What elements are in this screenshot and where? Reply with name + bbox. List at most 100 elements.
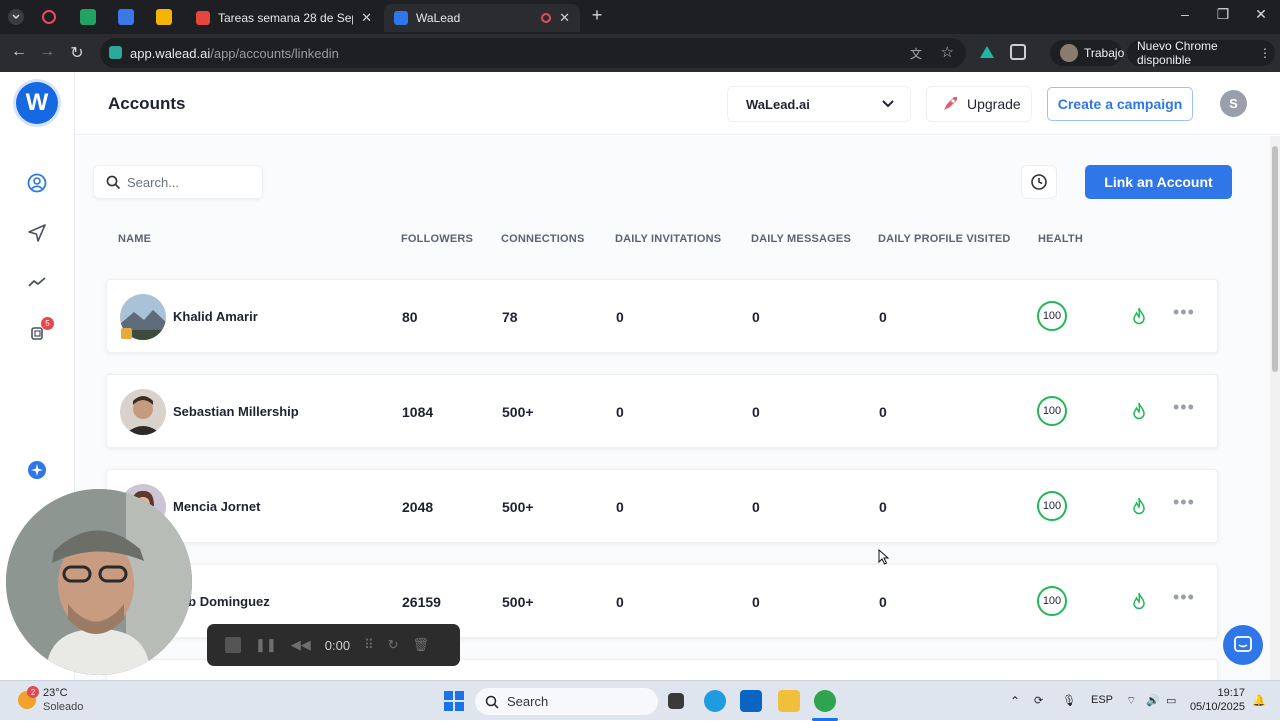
avatar xyxy=(120,389,166,435)
flame-icon[interactable] xyxy=(1131,497,1147,515)
column-header-followers[interactable]: FOLLOWERS xyxy=(401,233,473,245)
more-vert-icon[interactable]: ⋮ xyxy=(1259,46,1271,60)
edge-icon[interactable] xyxy=(704,690,726,712)
taskbar-search[interactable]: Search xyxy=(475,688,658,715)
chat-support-button[interactable] xyxy=(1223,625,1263,665)
battery-icon[interactable]: ▭ xyxy=(1166,694,1176,707)
address-bar[interactable]: app.walead.ai/app/accounts/linkedin 文 ☆ xyxy=(100,38,966,68)
task-view-icon[interactable] xyxy=(668,693,684,709)
clock-date[interactable]: 05/10/2025 xyxy=(1187,701,1245,713)
account-name[interactable]: Mencia Jornet xyxy=(173,499,260,514)
more-options-icon[interactable]: ••• xyxy=(1173,398,1195,416)
column-header-health[interactable]: HEALTH xyxy=(1038,233,1083,245)
search-icon xyxy=(106,175,121,190)
table-row[interactable]: Mencia Jornet 2048 500+ 0 0 0 100 ••• xyxy=(106,469,1218,543)
minimize-icon[interactable]: – xyxy=(1170,6,1200,22)
upgrade-button[interactable]: Upgrade xyxy=(926,86,1032,122)
column-header-daily-messages[interactable]: DAILY MESSAGES xyxy=(751,233,851,245)
link-account-button[interactable]: Link an Account xyxy=(1085,165,1232,199)
workspace-select[interactable]: WaLead.ai xyxy=(727,86,911,122)
rewind-icon[interactable]: ◀◀ xyxy=(291,637,311,653)
new-tab-icon[interactable]: + xyxy=(582,5,612,26)
tab-search-button[interactable] xyxy=(8,9,24,25)
volume-icon[interactable]: 🔊 xyxy=(1146,694,1160,707)
windows-start-icon[interactable] xyxy=(444,691,464,711)
stop-record-icon[interactable] xyxy=(225,637,241,653)
flame-icon[interactable] xyxy=(1131,307,1147,325)
analytics-icon[interactable] xyxy=(26,272,48,294)
accounts-icon[interactable] xyxy=(26,172,48,194)
pinned-tab-docs-icon[interactable] xyxy=(118,9,134,25)
health-score: 100 xyxy=(1037,301,1067,331)
weather-desc[interactable]: Soleado xyxy=(43,701,83,713)
chrome-icon[interactable] xyxy=(814,690,836,712)
pinned-tab-sheets-icon[interactable] xyxy=(80,9,96,25)
table-row[interactable]: Sebastian Millership 1084 500+ 0 0 0 100… xyxy=(106,374,1218,448)
notifications-icon[interactable]: 🔔 xyxy=(1252,694,1266,707)
tab-walead[interactable]: WaLead ✕ xyxy=(384,4,580,32)
update-chrome-chip[interactable]: Nuevo Chrome disponible ⋮ xyxy=(1127,39,1275,67)
search-input[interactable] xyxy=(127,174,247,190)
column-header-daily-profile-visited[interactable]: DAILY PROFILE VISITED xyxy=(878,233,1011,245)
site-info-icon[interactable] xyxy=(109,46,122,59)
followers-value: 80 xyxy=(402,309,418,325)
rocket-icon xyxy=(941,95,959,113)
top-header: Accounts WaLead.ai Upgrade Create a camp… xyxy=(75,72,1280,135)
flame-icon[interactable] xyxy=(1131,402,1147,420)
history-button[interactable] xyxy=(1021,165,1057,199)
sync-icon[interactable]: ⟳ xyxy=(1034,694,1043,707)
walead-logo[interactable]: W xyxy=(16,82,58,124)
table-row[interactable]: Khalid Amarir 80 78 0 0 0 100 ••• xyxy=(106,279,1218,353)
back-icon[interactable]: ← xyxy=(8,43,30,61)
chevron-down-icon xyxy=(880,96,896,112)
account-name[interactable]: Khalid Amarir xyxy=(173,309,258,324)
microphone-icon[interactable]: 🎙 xyxy=(1062,694,1076,707)
walead-app: W 5 Accounts WaLead.ai Upgrade Create a … xyxy=(0,72,1280,689)
restore-icon[interactable]: ❐ xyxy=(1208,6,1238,23)
sparkle-help-icon[interactable] xyxy=(26,459,48,481)
account-name[interactable]: Sebastian Millership xyxy=(173,404,299,419)
grid-icon[interactable]: ⠿ xyxy=(364,637,374,653)
column-header-name[interactable]: NAME xyxy=(118,233,151,245)
trash-icon[interactable]: 🗑 xyxy=(413,637,430,653)
restart-icon[interactable]: ↻ xyxy=(388,637,399,653)
profile-chip[interactable]: Trabajo xyxy=(1050,40,1124,66)
flame-icon[interactable] xyxy=(1131,592,1147,610)
extension-icon[interactable] xyxy=(980,46,994,58)
more-options-icon[interactable]: ••• xyxy=(1173,493,1195,511)
window-close-icon[interactable]: ✕ xyxy=(1246,6,1276,23)
forward-icon[interactable]: → xyxy=(36,43,58,61)
translate-icon[interactable]: 文 xyxy=(910,45,922,62)
more-options-icon[interactable]: ••• xyxy=(1173,588,1195,606)
scrollbar-thumb[interactable] xyxy=(1272,146,1278,372)
bookmark-star-icon[interactable]: ☆ xyxy=(941,43,954,61)
column-header-connections[interactable]: CONNECTIONS xyxy=(501,233,584,245)
clock-time[interactable]: 19:17 xyxy=(1209,687,1245,699)
column-header-daily-invitations[interactable]: DAILY INVITATIONS xyxy=(615,233,721,245)
create-campaign-button[interactable]: Create a campaign xyxy=(1047,87,1193,121)
update-label: Nuevo Chrome disponible xyxy=(1137,39,1218,67)
extensions-puzzle-icon[interactable] xyxy=(1010,44,1026,60)
pinned-tab-record-icon[interactable] xyxy=(42,10,56,24)
daily-messages-value: 0 xyxy=(752,594,760,610)
weather-temp[interactable]: 23°C xyxy=(43,687,68,699)
close-tab-icon[interactable]: ✕ xyxy=(361,10,372,26)
profile-avatar xyxy=(1060,44,1078,62)
more-options-icon[interactable]: ••• xyxy=(1173,303,1195,321)
language-indicator[interactable]: ESP xyxy=(1091,694,1113,706)
pinned-tab-drive-icon[interactable] xyxy=(156,9,172,25)
url-host: app.walead.ai xyxy=(130,45,211,61)
search-box[interactable] xyxy=(93,165,263,199)
pause-icon[interactable]: ❚❚ xyxy=(255,637,277,653)
tray-chevron-icon[interactable]: ⌃ xyxy=(1010,694,1020,708)
tab-label: WaLead xyxy=(416,11,461,25)
user-avatar[interactable]: S xyxy=(1220,90,1247,117)
file-explorer-icon[interactable] xyxy=(778,690,800,712)
outlook-icon[interactable] xyxy=(740,690,762,712)
wifi-icon[interactable]: ⌔ xyxy=(1126,694,1136,708)
reload-icon[interactable]: ↻ xyxy=(66,43,88,63)
close-tab-icon[interactable]: ✕ xyxy=(559,10,570,26)
tab-tareas[interactable]: Tareas semana 28 de Septiemb ✕ xyxy=(186,4,382,32)
screen-recorder-bar: ❚❚ ◀◀ 0:00 ⠿ ↻ 🗑 xyxy=(207,624,460,666)
campaign-send-icon[interactable] xyxy=(26,222,48,244)
